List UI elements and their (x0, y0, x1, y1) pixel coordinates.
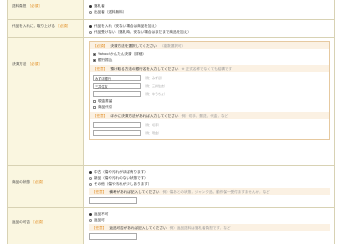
radio-icon[interactable] (89, 182, 92, 186)
radio-icon[interactable] (89, 218, 92, 222)
checkbox-checked-icon[interactable] (93, 52, 96, 56)
returns-note-input[interactable] (89, 233, 137, 240)
listing-form: 送料負担 ［必須］ 落札者 出品者（送料無料） 代品を入れに，取り上げる ［必須… (7, 0, 335, 244)
condition-label: 商品の状態 ［必須］ (8, 166, 84, 207)
payment-fields: 【必須】 決済方法を選択してください （複数選択可） Yahoo!かんたん決済（詳細… (84, 38, 334, 165)
condition-option-other[interactable]: その他（傷や汚れが少しあります） (89, 181, 330, 187)
substitute-label: 代品を入れに，取り上げる ［必須］ (8, 20, 84, 37)
payment-check-bank[interactable]: 銀行振込 (93, 57, 326, 63)
substitute-option-no[interactable]: 代品受けない（落札時，安ない場合はまだまで商品を加え） (89, 29, 330, 35)
shipping-option-seller[interactable]: 出品者（送料無料） (89, 9, 330, 15)
returns-option-yes[interactable]: 返品可 (89, 217, 330, 223)
other-payment-header: 【任意】 ほかに決済方法があれば入力してください 例）切手，郵送，代金，など (90, 112, 329, 119)
checkbox-checked-icon[interactable] (93, 58, 96, 62)
returns-label: 返品の可否 ［必須］ (8, 208, 84, 244)
substitute-options: 代品を入れ（安ない場合は商品を加え） 代品受けない（落札時，安ない場合はまだまで… (84, 20, 334, 37)
condition-note-header: 【任意】 備考があれば記入してください 例）傷あとの状態，ジャンク品，動作保一受付ま… (89, 188, 330, 195)
row-payment: 決済方法 ［必須］ 【必須】 決済方法を選択してください （複数選択可） Yahoo… (8, 38, 334, 166)
shipping-options: 落札者 出品者（送料無料） (84, 0, 334, 19)
returns-note-header: 【任意】 返品可否があれば記入してください 例）返品送料は落札者負担です，など (89, 224, 330, 231)
bank-name-input-1[interactable]: みずほ銀行 (93, 75, 141, 81)
radio-selected-icon[interactable] (89, 24, 92, 28)
radio-selected-icon[interactable] (89, 170, 92, 174)
condition-options: 中古（傷や汚れがほぼ有ります） 新品（傷や汚れのない状態です） その他（傷や汚れ… (84, 166, 334, 207)
payment-method-box: 【必須】 決済方法を選択してください （複数選択可） Yahoo!かんたん決済（詳細… (89, 41, 330, 140)
row-substitute: 代品を入れに，取り上げる ［必須］ 代品を入れ（安ない場合は商品を加え） 代品受… (8, 20, 334, 38)
bank-name-input-3[interactable] (93, 91, 141, 97)
condition-note-input[interactable] (89, 197, 137, 204)
shipping-label: 送料負担 ［必須］ (8, 0, 84, 19)
checkbox-icon[interactable] (93, 105, 96, 109)
other-payment-input-2[interactable] (93, 130, 141, 136)
payment-check-cod[interactable]: 商品代引 (93, 104, 326, 110)
row-condition: 商品の状態 ［必須］ 中古（傷や汚れがほぼ有ります） 新品（傷や汚れのない状態で… (8, 166, 334, 208)
bank-name-input-2[interactable]: 三井住友 (93, 83, 141, 89)
checkbox-icon[interactable] (93, 99, 96, 103)
radio-icon[interactable] (89, 30, 92, 34)
radio-icon[interactable] (89, 176, 92, 180)
radio-selected-icon[interactable] (89, 212, 92, 216)
payment-label: 決済方法 ［必須］ (8, 38, 84, 165)
bank-name-header: 【任意】 預け取る方法の銀行名を入力してください ※ 正式名称でなくても結構です (90, 65, 329, 72)
row-returns: 返品の可否 ［必須］ 返品不可 返品可 【任意】 返品可否があれば記入してください… (8, 208, 334, 244)
radio-icon[interactable] (89, 10, 92, 14)
radio-selected-icon[interactable] (89, 4, 92, 8)
returns-options: 返品不可 返品可 【任意】 返品可否があれば記入してください 例）返品送料は落札者負… (84, 208, 334, 244)
row-shipping: 送料負担 ［必須］ 落札者 出品者（送料無料） (8, 0, 334, 20)
payment-method-header: 【必須】 決済方法を選択してください （複数選択可） (90, 42, 329, 49)
other-payment-input-1[interactable] (93, 122, 141, 128)
